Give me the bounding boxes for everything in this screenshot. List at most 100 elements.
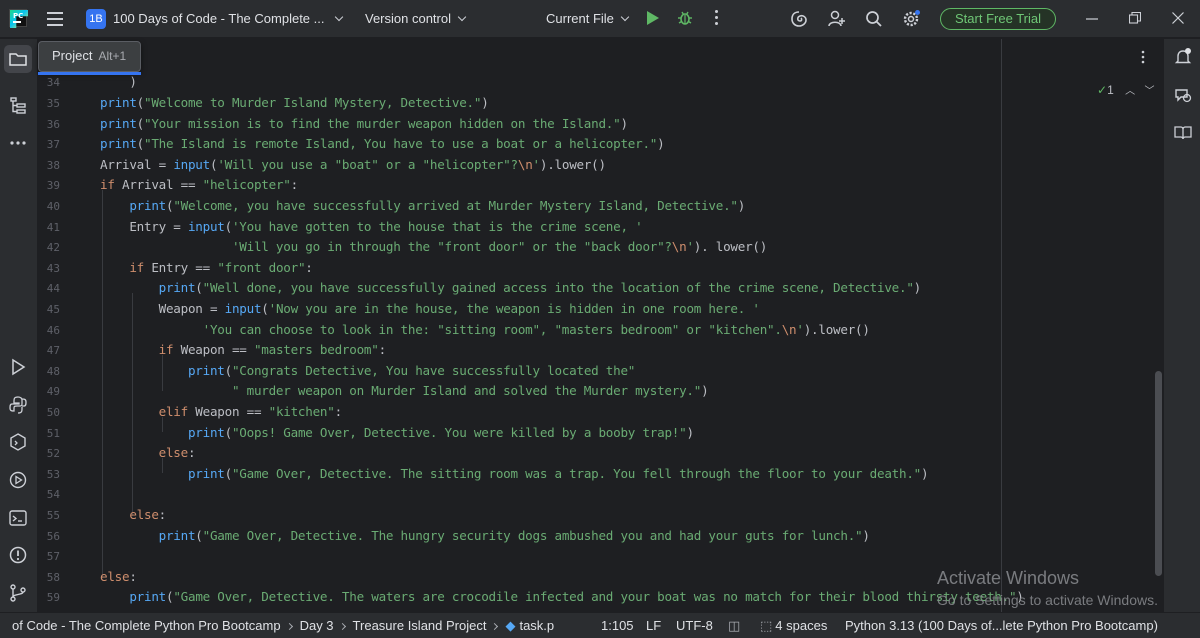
title-bar: PC 1B 100 Days of Code - The Complete ..… <box>0 0 1200 38</box>
version-control-menu[interactable]: Version control <box>365 11 467 26</box>
services-icon[interactable] <box>8 470 28 490</box>
python-packages-icon[interactable] <box>8 395 28 415</box>
caret-position[interactable]: 1:105 <box>601 618 634 633</box>
code-line[interactable]: if Entry == "front door": <box>100 260 313 275</box>
code-editor[interactable]: 34 ) 35 print("Welcome to Murder Island My… <box>38 39 1163 612</box>
code-line[interactable]: ) <box>100 74 137 89</box>
line-number[interactable]: 58 <box>38 571 60 584</box>
run-icon[interactable] <box>647 11 659 25</box>
code-line[interactable]: Arrival = input('Will you use a "boat" o… <box>100 157 606 172</box>
add-user-icon[interactable] <box>827 9 847 29</box>
run-tool-icon[interactable] <box>8 357 28 377</box>
breadcrumb-file[interactable]: task.p <box>519 618 554 633</box>
line-number[interactable]: 41 <box>38 221 60 234</box>
problems-icon[interactable] <box>8 545 28 565</box>
code-line[interactable]: else: <box>100 445 196 460</box>
line-number[interactable]: 53 <box>38 468 60 481</box>
line-number[interactable]: 45 <box>38 303 60 316</box>
code-line[interactable]: print("Game Over, Detective. The sitting… <box>100 466 929 481</box>
line-number[interactable]: 47 <box>38 344 60 357</box>
notifications-icon[interactable] <box>1173 47 1193 67</box>
run-configuration-selector[interactable]: Current File <box>546 11 630 26</box>
line-number[interactable]: 44 <box>38 282 60 295</box>
more-tools-icon[interactable] <box>8 133 28 153</box>
inspection-widget[interactable]: ✓1 ︿ ﹀ <box>1097 82 1154 97</box>
code-line[interactable]: print("Welcome, you have successfully ar… <box>100 198 745 213</box>
python-interpreter[interactable]: Python 3.13 (100 Days of...lete Python P… <box>845 618 1158 633</box>
search-icon[interactable] <box>864 9 884 29</box>
code-line[interactable]: print("Game Over, Detective. The waters … <box>100 589 1024 604</box>
line-number[interactable]: 49 <box>38 385 60 398</box>
line-number[interactable]: 38 <box>38 159 60 172</box>
breadcrumb-folder-project[interactable]: Treasure Island Project <box>353 618 487 633</box>
line-number[interactable]: 57 <box>38 550 60 563</box>
line-number[interactable]: 50 <box>38 406 60 419</box>
structure-icon[interactable] <box>8 95 28 115</box>
line-separator[interactable]: LF <box>646 618 661 633</box>
project-badge[interactable]: 1B <box>86 9 106 29</box>
code-line[interactable]: else: <box>100 569 137 584</box>
chevron-right-icon <box>338 622 346 631</box>
project-selector[interactable]: 100 Days of Code - The Complete ... <box>113 11 324 26</box>
file-encoding[interactable]: UTF-8 <box>676 618 713 633</box>
ai-chat-icon[interactable] <box>1173 85 1193 105</box>
line-number[interactable]: 52 <box>38 447 60 460</box>
project-folder-icon[interactable] <box>8 49 28 69</box>
code-line[interactable]: elif Weapon == "kitchen": <box>100 404 343 419</box>
git-icon[interactable] <box>8 583 28 603</box>
code-line[interactable]: print("Your mission is to find the murde… <box>100 116 628 131</box>
settings-gear-icon[interactable] <box>901 9 921 29</box>
line-number[interactable]: 48 <box>38 365 60 378</box>
debug-icon[interactable] <box>677 10 693 26</box>
code-line[interactable]: Weapon = input('Now you are in the house… <box>100 301 760 316</box>
code-line[interactable]: print("Congrats Detective, You have succ… <box>100 363 635 378</box>
indent-settings[interactable]: ⬚ 4 spaces <box>760 618 827 634</box>
line-number[interactable]: 36 <box>38 118 60 131</box>
editor-more-icon[interactable] <box>1141 50 1145 64</box>
breadcrumb-project[interactable]: of Code - The Complete Python Pro Bootca… <box>12 618 281 633</box>
code-line[interactable]: if Arrival == "helicopter": <box>100 177 298 192</box>
start-free-trial-button[interactable]: Start Free Trial <box>940 8 1056 30</box>
vertical-scrollbar[interactable] <box>1155 371 1162 576</box>
code-line[interactable]: else: <box>100 507 166 522</box>
chevron-down-icon[interactable]: ﹀ <box>1144 86 1154 97</box>
code-line[interactable]: print("Oops! Game Over, Detective. You w… <box>100 425 694 440</box>
code-line[interactable]: Entry = input('You have gotten to the ho… <box>100 219 642 234</box>
python-console-icon[interactable] <box>8 432 28 452</box>
terminal-icon[interactable] <box>8 508 28 528</box>
line-number[interactable]: 43 <box>38 262 60 275</box>
ai-assistant-icon[interactable] <box>789 9 809 29</box>
line-number[interactable]: 42 <box>38 241 60 254</box>
line-number[interactable]: 56 <box>38 530 60 543</box>
close-icon[interactable] <box>1172 12 1184 24</box>
chevron-up-icon[interactable]: ︿ <box>1125 86 1135 97</box>
pycharm-logo-icon[interactable]: PC <box>9 9 27 27</box>
line-number[interactable]: 51 <box>38 427 60 440</box>
line-number[interactable]: 35 <box>38 97 60 110</box>
line-number[interactable]: 37 <box>38 138 60 151</box>
line-number[interactable]: 34 <box>38 76 60 89</box>
code-line[interactable]: 'You can choose to look in the: "sitting… <box>100 322 870 337</box>
minimize-icon[interactable] <box>1086 18 1098 20</box>
line-number[interactable]: 46 <box>38 324 60 337</box>
code-line[interactable]: " murder weapon on Murder Island and sol… <box>100 383 709 398</box>
more-actions-icon[interactable] <box>715 10 719 28</box>
line-number[interactable]: 39 <box>38 179 60 192</box>
code-line[interactable]: print("Game Over, Detective. The hungry … <box>100 528 870 543</box>
project-tool-tooltip: Project Alt+1 <box>38 41 141 72</box>
code-line[interactable]: 'Will you go in through the "front door"… <box>100 239 767 254</box>
line-number[interactable]: 59 <box>38 591 60 604</box>
code-line[interactable]: print("Well done, you have successfully … <box>100 280 922 295</box>
line-number[interactable]: 54 <box>38 488 60 501</box>
documentation-book-icon[interactable] <box>1173 123 1193 143</box>
restore-icon[interactable] <box>1129 12 1141 24</box>
code-line[interactable]: if Weapon == "masters bedroom": <box>100 342 387 357</box>
chevron-down-icon[interactable] <box>334 12 344 22</box>
breadcrumb-folder-day3[interactable]: Day 3 <box>300 618 334 633</box>
main-menu-icon[interactable] <box>47 12 63 26</box>
readonly-toggle-icon[interactable]: ◫ <box>728 618 740 634</box>
code-line[interactable]: print("Welcome to Murder Island Mystery,… <box>100 95 489 110</box>
line-number[interactable]: 40 <box>38 200 60 213</box>
line-number[interactable]: 55 <box>38 509 60 522</box>
code-line[interactable]: print("The Island is remote Island, You … <box>100 136 665 151</box>
